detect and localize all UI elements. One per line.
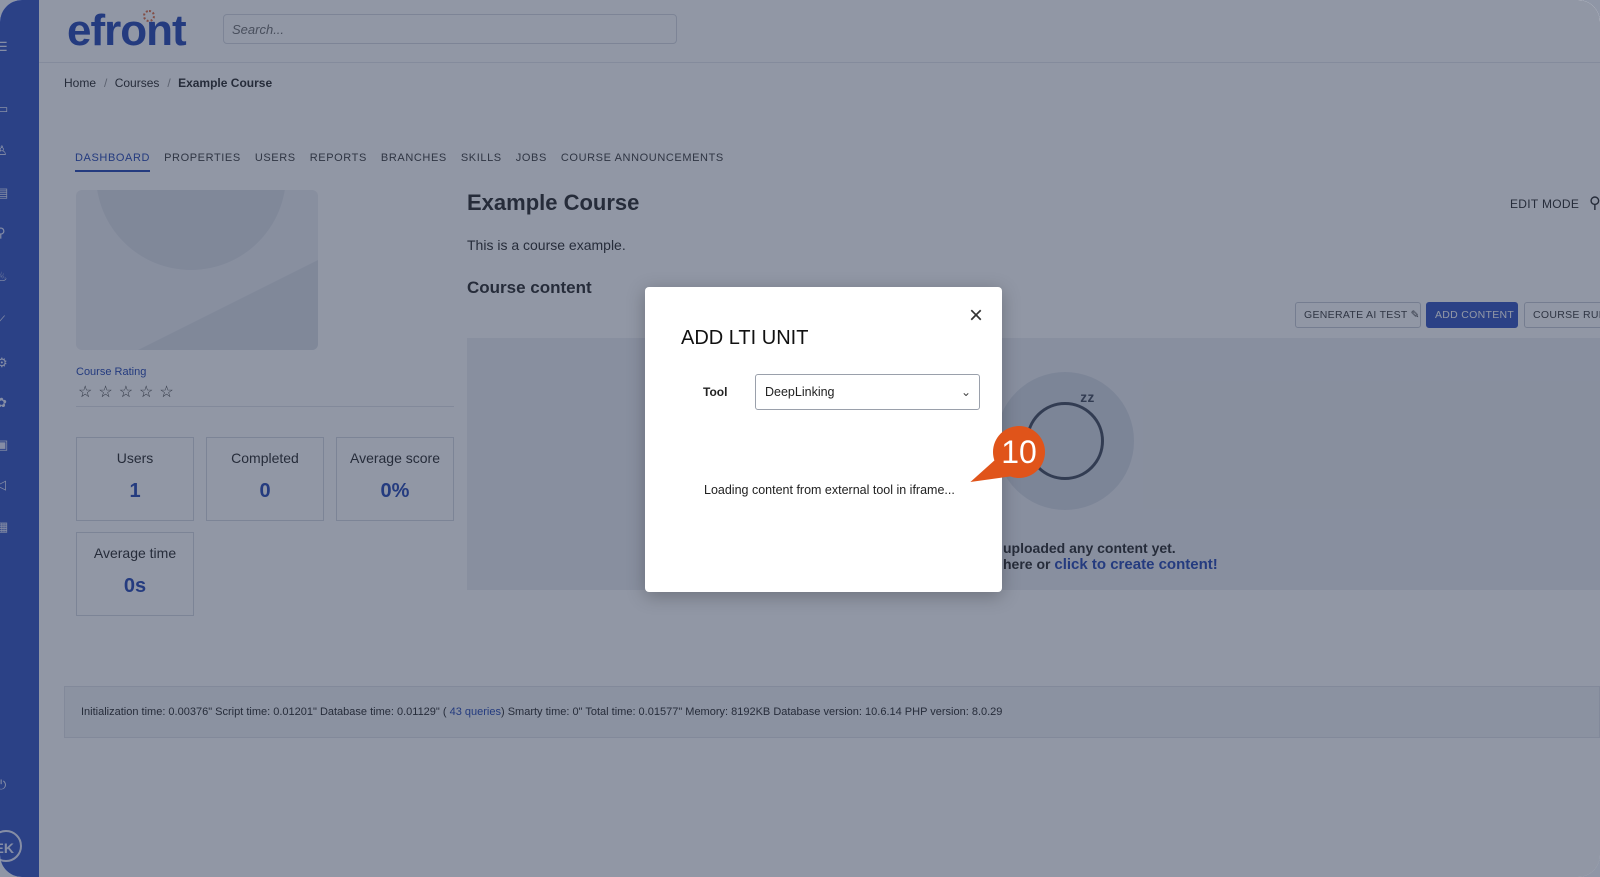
modal-title: ADD LTI UNIT — [681, 327, 809, 349]
app-frame: ☰ ▭ ♙ ▤ ⚲ ♨ ⟋ ⚙ ✿ ▣ ◁ ▦ ⏻ EK efront Home… — [0, 0, 1600, 877]
chevron-down-icon: ⌄ — [960, 385, 971, 399]
step-badge: 10 — [993, 426, 1045, 478]
add-lti-unit-modal: ADD LTI UNIT × Tool DeepLinking ⌄ Loadin… — [645, 287, 1002, 592]
loading-message: Loading content from external tool in if… — [704, 483, 955, 497]
tool-label: Tool — [703, 385, 728, 399]
tool-select-value: DeepLinking — [765, 385, 835, 399]
tool-select[interactable]: DeepLinking ⌄ — [755, 374, 980, 410]
close-icon[interactable]: × — [965, 304, 987, 328]
